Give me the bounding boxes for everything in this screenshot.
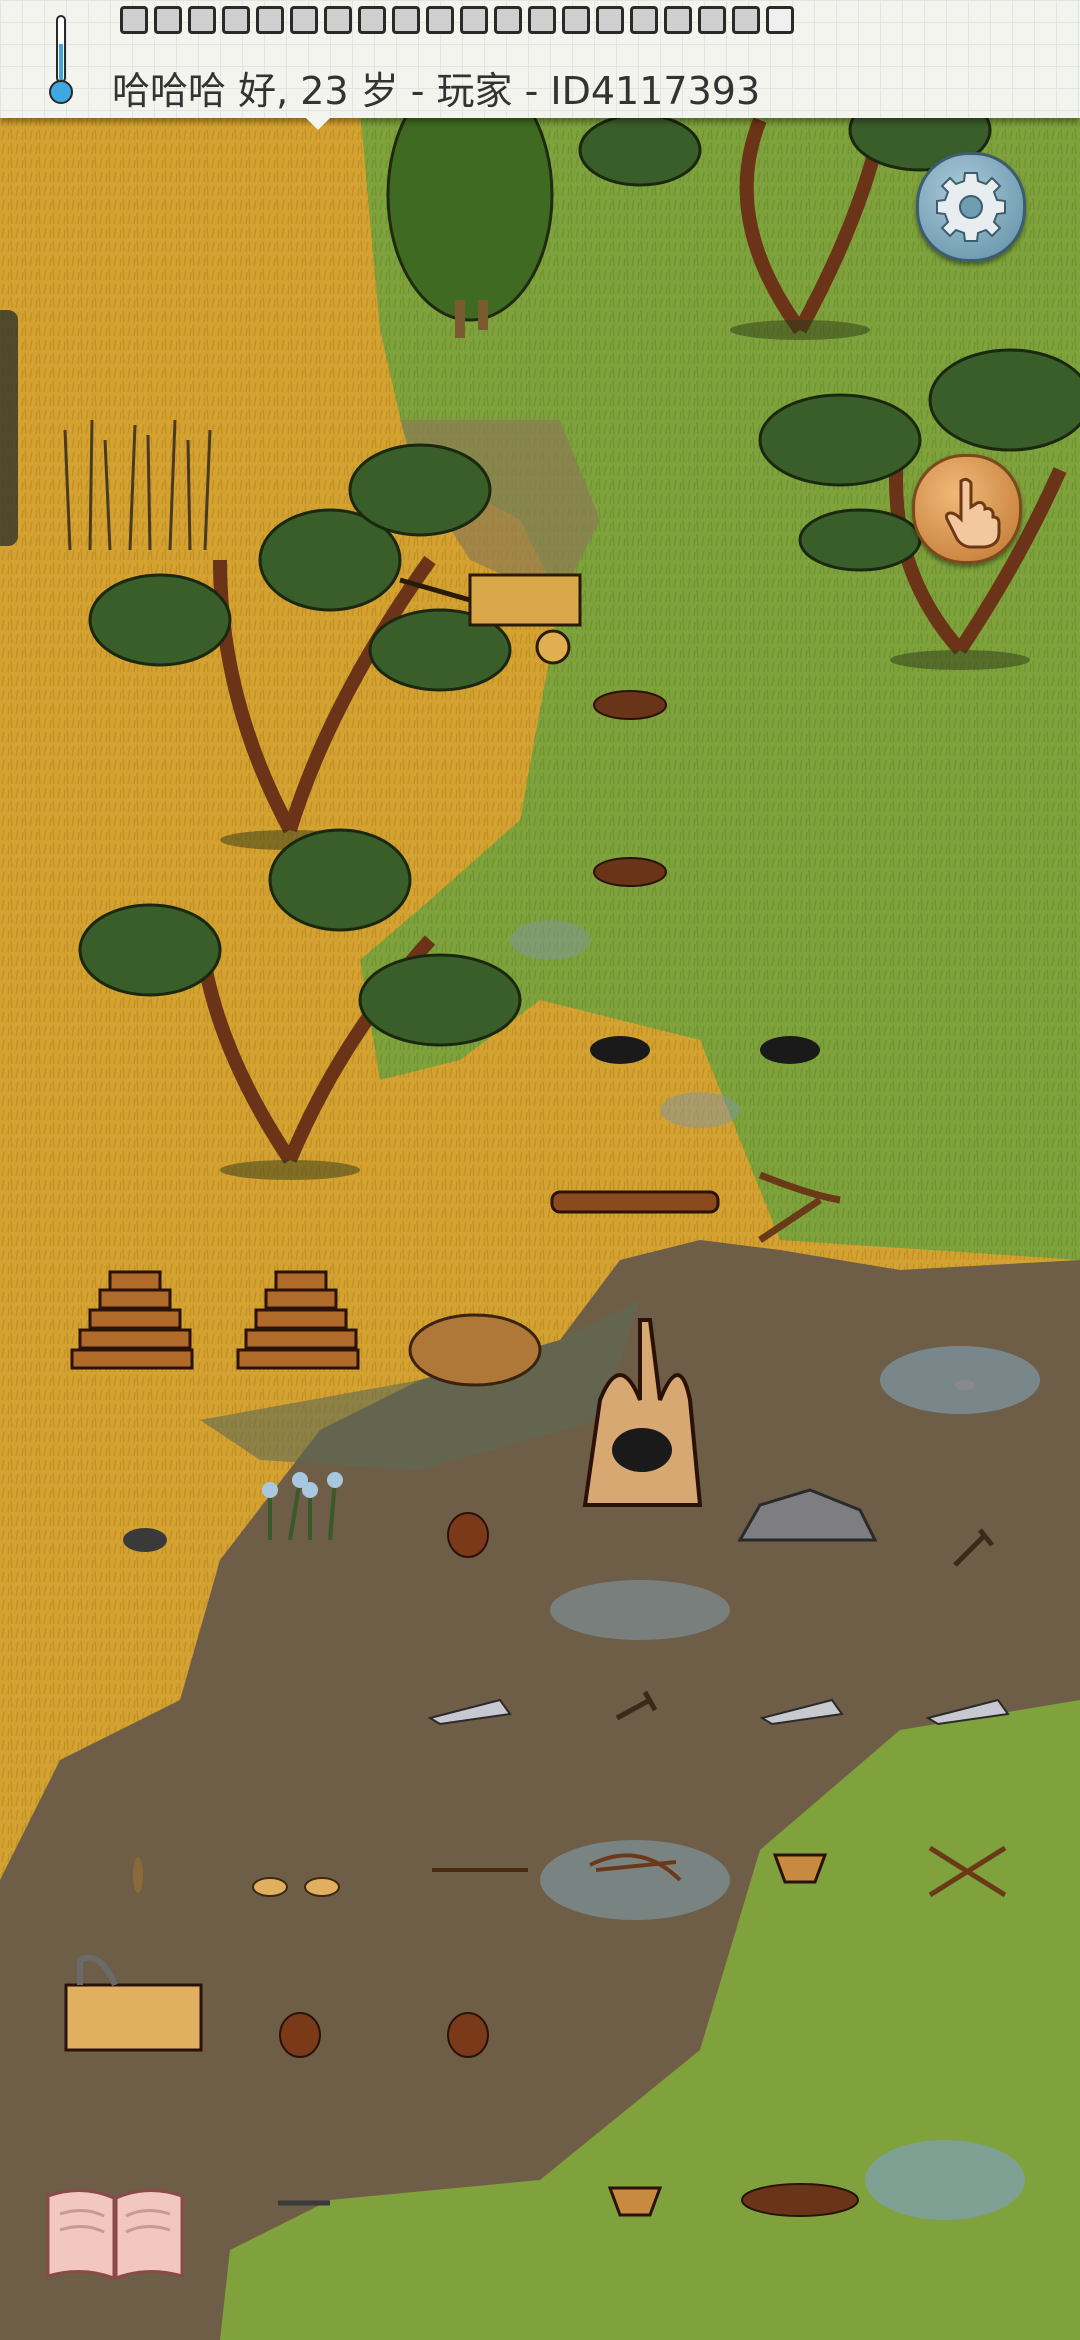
food-pip <box>596 6 624 34</box>
food-pip <box>630 6 658 34</box>
food-pip <box>494 6 522 34</box>
food-meter <box>120 6 794 34</box>
round-stone[interactable] <box>123 1528 167 1552</box>
status-bar: 哈哈哈 好, 23 岁 - 玩家 - ID4117393 <box>0 0 1080 118</box>
tech-tree-button[interactable] <box>42 2180 188 2284</box>
player-status-text: 哈哈哈 好, 23 岁 - 玩家 - ID4117393 <box>112 69 761 113</box>
dirt-pile[interactable] <box>741 2183 859 2217</box>
food-pip <box>732 6 760 34</box>
feather[interactable] <box>133 1857 143 1893</box>
game-world[interactable] <box>0 0 1080 2340</box>
thermometer-icon[interactable] <box>46 14 76 112</box>
food-pip <box>664 6 692 34</box>
status-bar-pointer <box>304 116 332 130</box>
burdock-root[interactable] <box>279 2012 321 2058</box>
food-pip <box>358 6 386 34</box>
clay-bowl[interactable] <box>772 1853 828 1884</box>
food-pip <box>528 6 556 34</box>
side-drawer-handle[interactable] <box>0 310 18 546</box>
dirt-mound[interactable] <box>593 690 667 720</box>
food-pip <box>256 6 284 34</box>
gear-icon <box>936 172 1006 242</box>
food-pip <box>460 6 488 34</box>
flat-bread[interactable] <box>304 1877 340 1897</box>
water-puddle <box>865 2140 1025 2220</box>
water-puddle <box>510 920 590 960</box>
food-pip <box>188 6 216 34</box>
interact-button[interactable] <box>912 454 1022 564</box>
clay-bowl[interactable] <box>607 2186 663 2217</box>
food-pip <box>324 6 352 34</box>
food-pip <box>562 6 590 34</box>
food-pip <box>426 6 454 34</box>
food-pip <box>698 6 726 34</box>
open-book-icon <box>46 2188 184 2281</box>
water-puddle <box>550 1580 730 1640</box>
food-pip <box>154 6 182 34</box>
water-puddle <box>540 1840 730 1920</box>
burdock-root[interactable] <box>447 1512 489 1558</box>
water-puddle <box>880 1346 1040 1414</box>
food-pip <box>290 6 318 34</box>
food-pip <box>120 6 148 34</box>
kindling-pile[interactable] <box>408 1313 542 1387</box>
small-stone[interactable] <box>955 1380 975 1390</box>
water-puddle <box>660 1092 740 1128</box>
dirt-mound[interactable] <box>593 857 667 887</box>
flat-bread[interactable] <box>252 1877 288 1897</box>
pointing-hand-icon <box>945 477 1001 549</box>
long-log[interactable] <box>550 1190 720 1214</box>
food-pip <box>392 6 420 34</box>
burdock-root[interactable] <box>447 2012 489 2058</box>
settings-button[interactable] <box>916 152 1026 262</box>
food-pip <box>222 6 250 34</box>
food-pip <box>766 6 794 34</box>
